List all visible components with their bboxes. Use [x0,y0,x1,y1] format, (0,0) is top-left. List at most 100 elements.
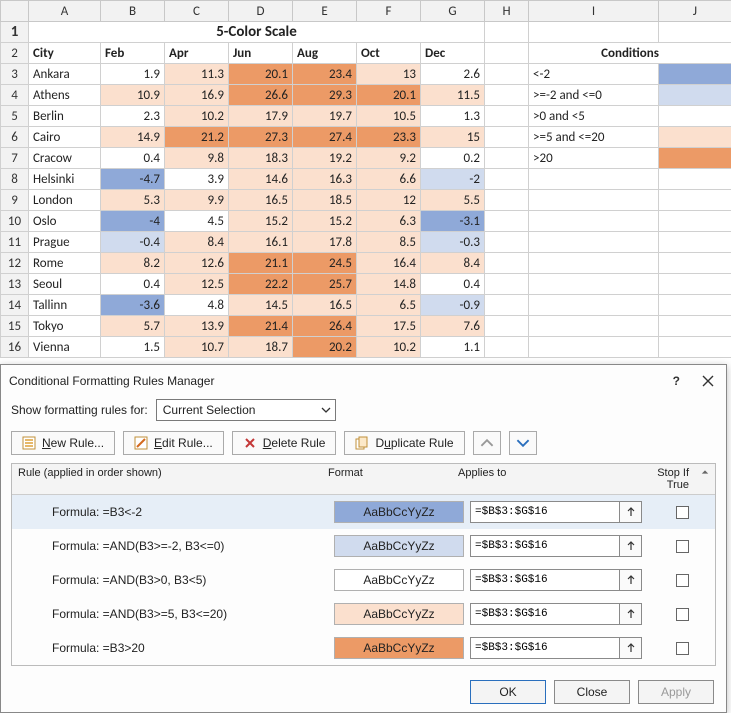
cell-value[interactable]: 20.1 [357,85,421,106]
cell-value[interactable]: 20.1 [229,64,293,85]
cell-value[interactable]: 16.3 [293,169,357,190]
cell-value[interactable]: 10.5 [357,106,421,127]
cell-value[interactable]: 7.6 [421,316,485,337]
cell-city[interactable]: Cracow [29,148,101,169]
cell-value[interactable]: 1.5 [101,337,165,358]
cell-value[interactable]: 2.6 [421,64,485,85]
cell-city[interactable]: Tallinn [29,295,101,316]
scroll-up-icon[interactable] [695,464,715,494]
cell-value[interactable]: 17.8 [293,232,357,253]
cell-value[interactable]: 8.4 [165,232,229,253]
cell-value[interactable]: 5.7 [101,316,165,337]
rule-row[interactable]: Formula: =AND(B3>=5, B3<=20)AaBbCcYyZz [12,597,715,631]
cell-value[interactable]: 14.5 [229,295,293,316]
cell-value[interactable]: 6.6 [357,169,421,190]
stop-if-true-checkbox[interactable] [676,642,689,655]
cell-value[interactable]: 9.9 [165,190,229,211]
cell-value[interactable]: 11.3 [165,64,229,85]
cell-value[interactable]: 18.7 [229,337,293,358]
col-head[interactable]: E [293,1,357,22]
row-head[interactable]: 9 [1,190,29,211]
cell-value[interactable]: 9.8 [165,148,229,169]
cell-value[interactable]: 15.2 [293,211,357,232]
cell-value[interactable]: 8.4 [421,253,485,274]
cell-value[interactable]: 15 [421,127,485,148]
col-head[interactable]: B [101,1,165,22]
move-down-button[interactable] [509,431,537,455]
cell-value[interactable]: 21.2 [165,127,229,148]
row-head[interactable]: 4 [1,85,29,106]
col-head[interactable]: G [421,1,485,22]
cell-value[interactable]: 0.4 [421,274,485,295]
rule-row[interactable]: Formula: =B3<-2AaBbCcYyZz [12,495,715,529]
table-header[interactable]: Aug [293,43,357,64]
cell-value[interactable]: 14.8 [357,274,421,295]
cell-value[interactable]: 16.9 [165,85,229,106]
cell-value[interactable]: 18.5 [293,190,357,211]
cell-value[interactable]: 17.9 [229,106,293,127]
table-header[interactable]: Dec [421,43,485,64]
cell-value[interactable]: 12.6 [165,253,229,274]
cell-value[interactable]: 12 [357,190,421,211]
column-header-row[interactable]: A B C D E F G H I J [1,1,731,22]
cell-city[interactable]: Rome [29,253,101,274]
cell-value[interactable]: 15.2 [229,211,293,232]
row-head[interactable]: 2 [1,43,29,64]
cell-value[interactable]: 26.4 [293,316,357,337]
move-up-button[interactable] [473,431,501,455]
cell-value[interactable]: -0.4 [101,232,165,253]
cell-value[interactable]: -0.3 [421,232,485,253]
table-header[interactable]: Apr [165,43,229,64]
cell-city[interactable]: London [29,190,101,211]
edit-rule-button[interactable]: Edit Rule... [123,431,224,455]
cell-city[interactable]: Prague [29,232,101,253]
cell-value[interactable]: -3.1 [421,211,485,232]
col-head[interactable]: F [357,1,421,22]
cell-value[interactable]: 0.4 [101,274,165,295]
cell-value[interactable]: 3.9 [165,169,229,190]
row-head[interactable]: 13 [1,274,29,295]
range-picker-button[interactable] [620,603,642,625]
applies-to-input[interactable] [470,637,620,659]
col-head[interactable]: A [29,1,101,22]
row-head[interactable]: 10 [1,211,29,232]
col-head[interactable]: C [165,1,229,22]
cell-city[interactable]: Berlin [29,106,101,127]
cell-value[interactable]: 11.5 [421,85,485,106]
cell-value[interactable]: 4.5 [165,211,229,232]
cell-value[interactable]: -4.7 [101,169,165,190]
cell-value[interactable]: 10.2 [165,106,229,127]
cell-city[interactable]: Ankara [29,64,101,85]
cell-value[interactable]: 21.4 [229,316,293,337]
cell-value[interactable]: 26.6 [229,85,293,106]
col-head[interactable]: I [529,1,659,22]
cell-value[interactable]: 19.7 [293,106,357,127]
help-icon[interactable]: ? [673,374,680,388]
show-rules-select[interactable]: Current Selection [156,399,336,421]
col-head[interactable]: H [485,1,529,22]
range-picker-button[interactable] [620,535,642,557]
cell-value[interactable]: 19.2 [293,148,357,169]
col-head[interactable]: J [659,1,731,22]
cell-value[interactable]: 16.5 [229,190,293,211]
delete-rule-button[interactable]: Delete Rule [232,431,337,455]
cell-value[interactable]: 9.2 [357,148,421,169]
cell-value[interactable]: -4 [101,211,165,232]
applies-to-input[interactable] [470,501,620,523]
cell-value[interactable]: 4.8 [165,295,229,316]
table-header[interactable]: Jun [229,43,293,64]
applies-to-input[interactable] [470,603,620,625]
cell-value[interactable]: 10.7 [165,337,229,358]
duplicate-rule-button[interactable]: Duplicate Rule [344,431,464,455]
cell-value[interactable]: 22.2 [229,274,293,295]
cell-value[interactable]: 16.5 [293,295,357,316]
rule-row[interactable]: Formula: =B3>20AaBbCcYyZz [12,631,715,665]
range-picker-button[interactable] [620,501,642,523]
cell-value[interactable]: 14.6 [229,169,293,190]
cell-value[interactable]: 21.1 [229,253,293,274]
cell-value[interactable]: -0.9 [421,295,485,316]
cell-value[interactable]: 25.7 [293,274,357,295]
row-head[interactable]: 11 [1,232,29,253]
cell-value[interactable]: 1.3 [421,106,485,127]
table-header[interactable]: Oct [357,43,421,64]
